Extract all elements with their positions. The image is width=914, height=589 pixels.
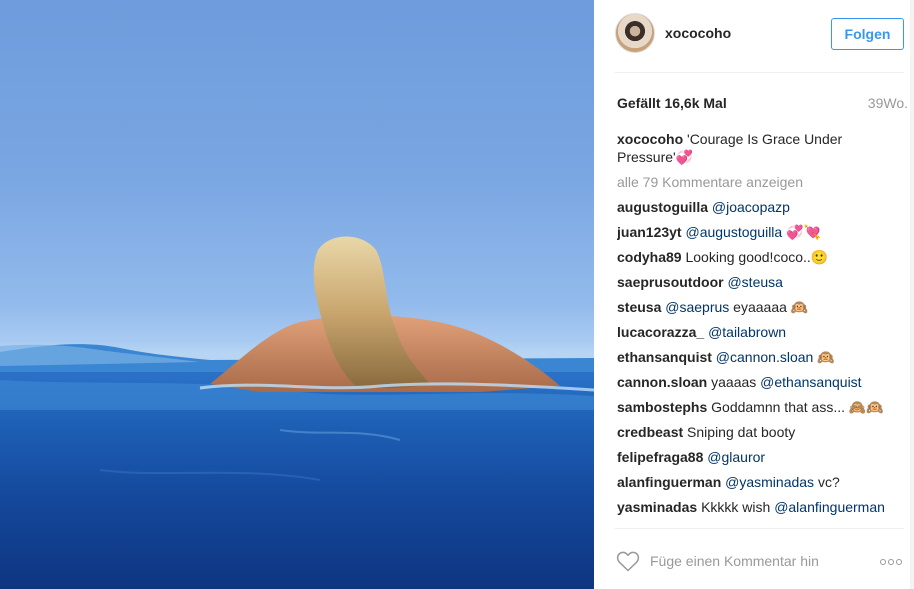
likes-count[interactable]: Gefällt 16,6k Mal [617,95,727,111]
load-more-comments-link[interactable]: alle 79 Kommentare anzeigen [617,173,897,191]
comment-mention[interactable]: @augustoguilla [685,224,782,240]
list-item: sambostephs Goddamnn that ass... 🙈🙉 [617,398,897,416]
follow-button[interactable]: Folgen [831,18,904,50]
caption-username[interactable]: xococoho [617,131,683,147]
comment-username[interactable]: steusa [617,299,661,315]
comment-text: Kkkkk wish [701,499,771,515]
comment-text: yaaaas [711,374,761,390]
surfer-photo-illustration [0,236,594,589]
list-item: codyha89 Looking good!coco..🙂 [617,248,897,266]
list-item: ethansanquist @cannon.sloan 🙉 [617,348,897,366]
list-item: yasminadas Kkkkk wish @alanfinguerman [617,498,897,516]
comment-mention[interactable]: @alanfinguerman [774,499,885,515]
comment-text: Goddamnn that ass... 🙈🙉 [711,399,884,415]
comment-mention[interactable]: @tailabrown [708,324,786,340]
avatar[interactable] [615,13,655,53]
comment-mention[interactable]: @joacopazp [712,199,790,215]
comment-username[interactable]: yasminadas [617,499,697,515]
more-options-button[interactable] [880,552,906,570]
caption-emoji: 💞 [675,149,694,165]
comment-mention[interactable]: @ethansanquist [760,374,861,390]
comment-mention[interactable]: @yasminadas [725,474,814,490]
list-item: felipefraga88 @glauror [617,448,897,466]
comment-username[interactable]: felipefraga88 [617,449,703,465]
comment-username[interactable]: saeprusoutdoor [617,274,724,290]
panel-edge [910,0,914,589]
post-age[interactable]: 39Wo. [868,95,908,111]
comment-text: 💞💘 [782,224,821,240]
comment-username[interactable]: alanfinguerman [617,474,721,490]
comment-text: Sniping dat booty [687,424,796,440]
comment-username[interactable]: codyha89 [617,249,682,265]
username[interactable]: xococoho [665,25,731,41]
list-item: steusa @saeprus eyaaaaa 🙉 [617,298,897,316]
divider [615,72,904,73]
comment-mention[interactable]: @cannon.sloan [716,349,814,365]
comment-mention[interactable]: @saeprus [665,299,729,315]
dot-icon [896,559,902,565]
list-item: augustoguilla @joacopazp [617,198,897,216]
heart-icon[interactable] [616,550,640,572]
list-item: cannon.sloan yaaaas @ethansanquist [617,373,897,391]
dot-icon [880,559,886,565]
comment-username[interactable]: sambostephs [617,399,707,415]
comment-input[interactable] [650,550,850,572]
post-header: xococoho Folgen [594,0,910,72]
comment-username[interactable]: augustoguilla [617,199,708,215]
dot-icon [888,559,894,565]
list-item: lucacorazza_ @tailabrown [617,323,897,341]
comment-mention[interactable]: @glauror [707,449,765,465]
comment-username[interactable]: credbeast [617,424,683,440]
comment-text: 🙉 [813,349,835,365]
comment-username[interactable]: ethansanquist [617,349,712,365]
post-sidebar: xococoho Folgen Gefällt 16,6k Mal 39Wo. … [594,0,914,589]
comment-text: eyaaaaa 🙉 [729,299,809,315]
comments-list: xococoho 'Courage Is Grace Under Pressur… [617,130,897,528]
comment-text: vc? [814,474,840,490]
list-item: alanfinguerman @yasminadas vc? [617,473,897,491]
comment-text: Looking good!coco..🙂 [685,249,829,265]
list-item: juan123yt @augustoguilla 💞💘 [617,223,897,241]
comment-username[interactable]: lucacorazza_ [617,324,704,340]
list-item: credbeast Sniping dat booty [617,423,897,441]
list-item: saeprusoutdoor @steusa [617,273,897,291]
post-photo[interactable] [0,0,594,589]
comment-username[interactable]: cannon.sloan [617,374,707,390]
caption: xococoho 'Courage Is Grace Under Pressur… [617,130,897,166]
comment-mention[interactable]: @steusa [727,274,782,290]
divider [615,528,904,529]
comment-username[interactable]: juan123yt [617,224,682,240]
